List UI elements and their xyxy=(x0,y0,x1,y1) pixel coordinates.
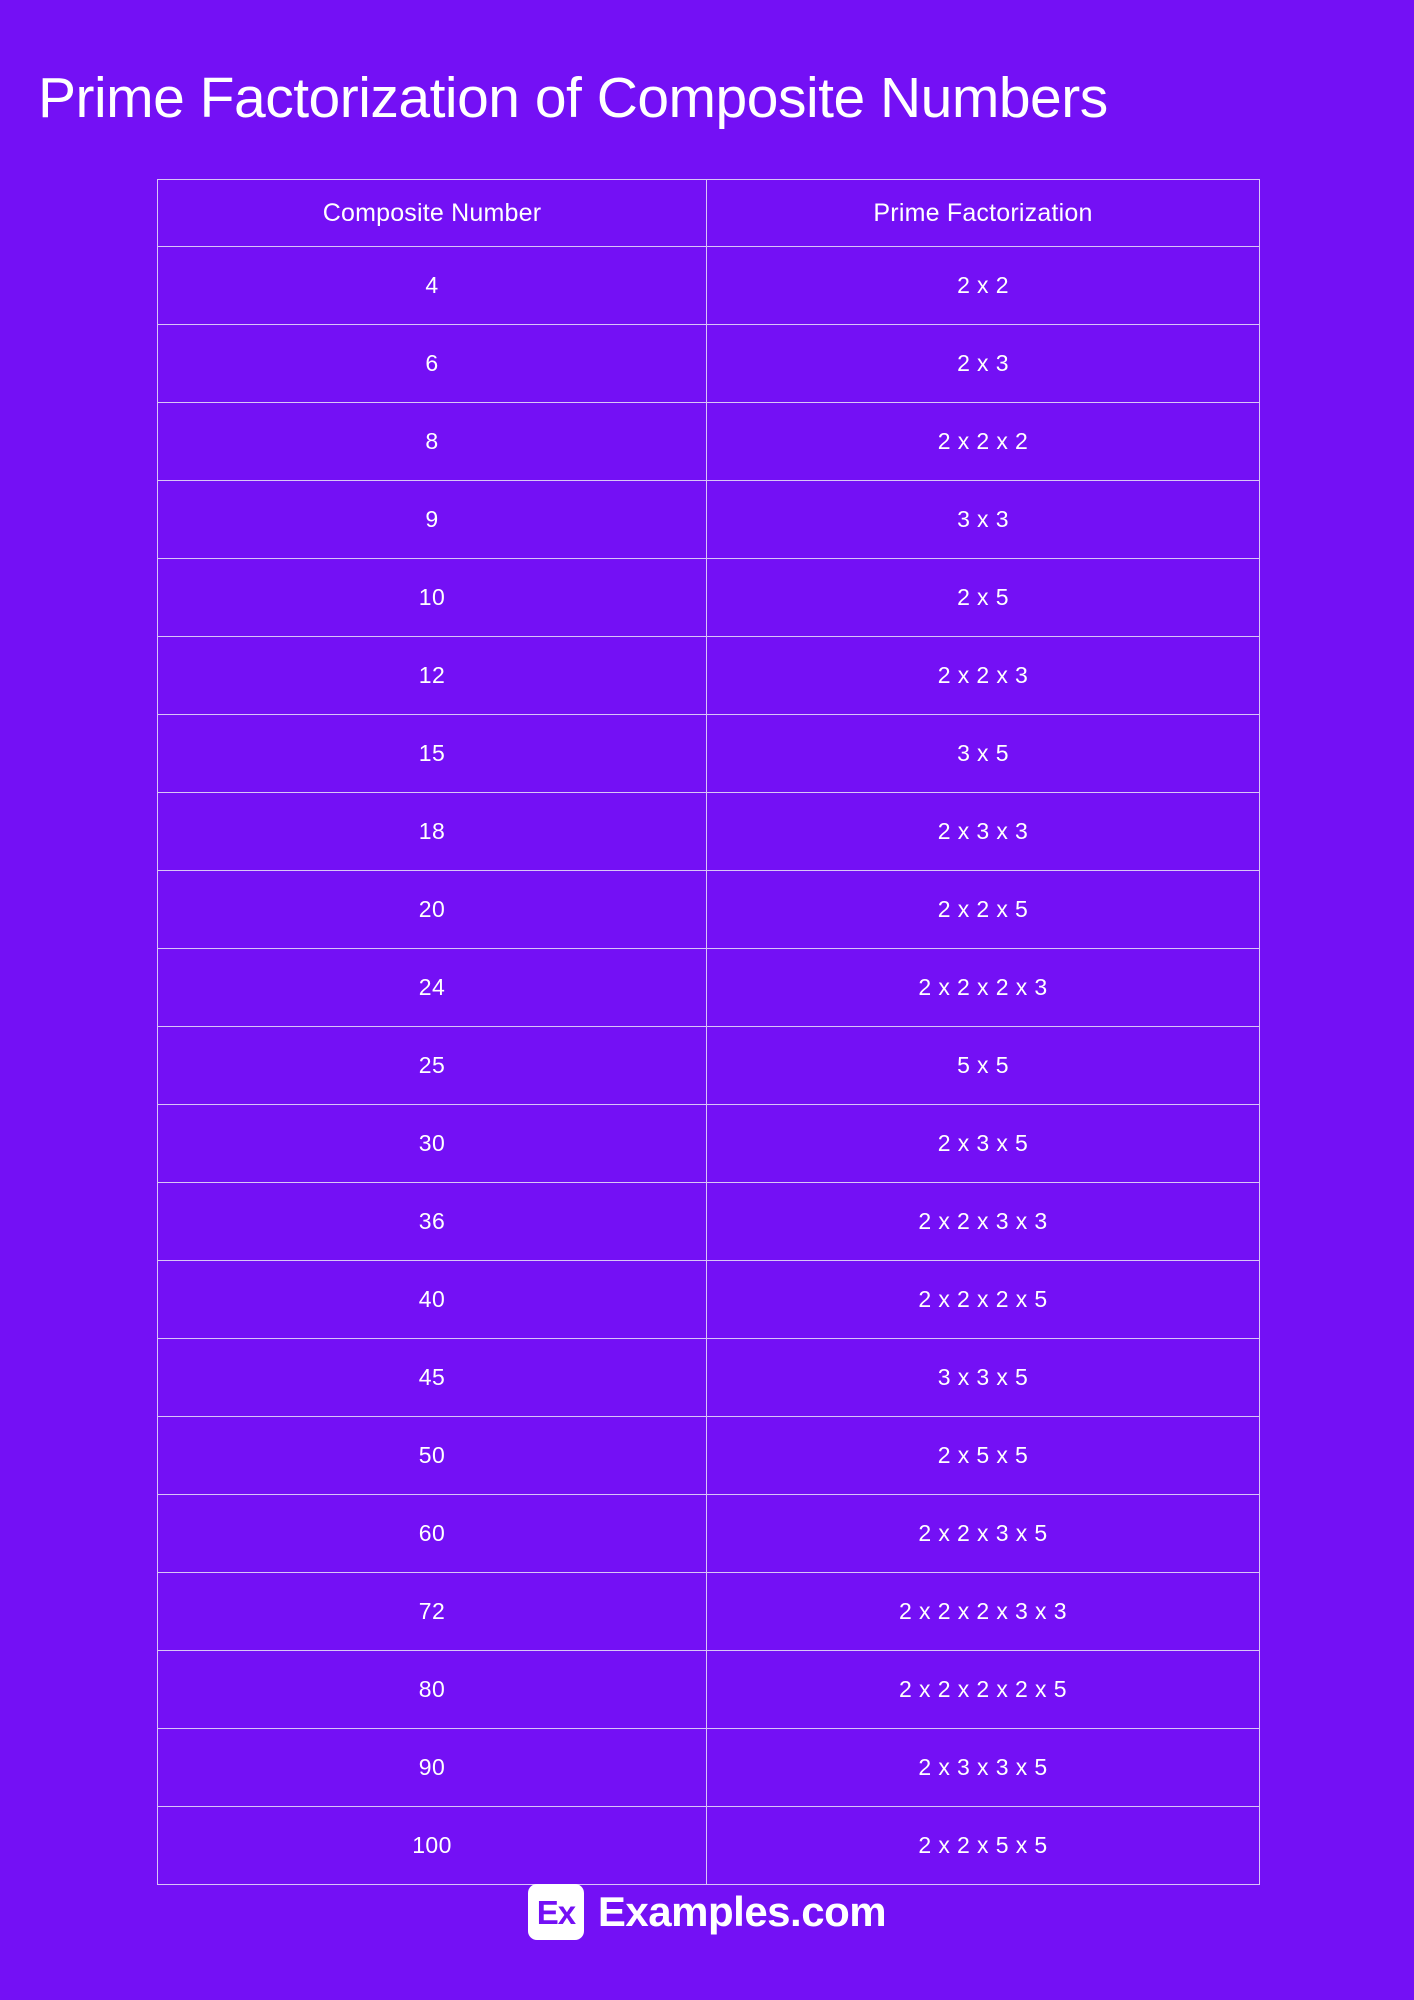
table-row: 100 2 x 2 x 5 x 5 xyxy=(157,1806,1260,1885)
cell-composite-number: 50 xyxy=(157,1416,707,1495)
cell-prime-factorization: 2 x 2 x 5 x 5 xyxy=(706,1806,1260,1885)
table-body: 42 x 262 x 382 x 2 x 293 x 3 10 2 x 5 12 2 x… xyxy=(157,246,1260,1885)
table-row: 12 2 x 2 x 3 xyxy=(157,636,1260,715)
table-row: 36 2 x 2 x 3 x 3 xyxy=(157,1182,1260,1261)
table-row: 90 2 x 3 x 3 x 5 xyxy=(157,1728,1260,1807)
cell-prime-factorization: 2 x 5 xyxy=(706,558,1260,637)
table-row: 72 2 x 2 x 2 x 3 x 3 xyxy=(157,1572,1260,1651)
cell-composite-number: 20 xyxy=(157,870,707,949)
cell-composite-number: 90 xyxy=(157,1728,707,1807)
cell-composite-number: 25 xyxy=(157,1026,707,1105)
cell-composite-number: 100 xyxy=(157,1806,707,1885)
cell-prime-factorization: 2 x 2 xyxy=(706,246,1260,325)
cell-composite-number: 24 xyxy=(157,948,707,1027)
cell-prime-factorization: 2 x 2 x 2 xyxy=(706,402,1260,481)
cell-prime-factorization: 2 x 2 x 3 xyxy=(706,636,1260,715)
cell-prime-factorization: 2 x 2 x 3 x 3 xyxy=(706,1182,1260,1261)
cell-prime-factorization: 3 x 3 x 5 xyxy=(706,1338,1260,1417)
cell-prime-factorization: 2 x 2 x 2 x 5 xyxy=(706,1260,1260,1339)
cell-prime-factorization: 2 x 2 x 5 xyxy=(706,870,1260,949)
cell-prime-factorization: 2 x 2 x 2 x 3 x 3 xyxy=(706,1572,1260,1651)
table-row: 40 2 x 2 x 2 x 5 xyxy=(157,1260,1260,1339)
table-row: 80 2 x 2 x 2 x 2 x 5 xyxy=(157,1650,1260,1729)
examples-logo-text: Examples.com xyxy=(597,1888,887,1935)
column-header-composite-number: Composite Number xyxy=(157,179,707,247)
table-row: 60 2 x 2 x 3 x 5 xyxy=(157,1494,1260,1573)
cell-prime-factorization: 2 x 3 x 3 x 5 xyxy=(706,1728,1260,1807)
prime-factorization-table-wrapper: Composite Number Prime Factorization 42 … xyxy=(157,179,1260,1885)
cell-composite-number: 80 xyxy=(157,1650,707,1729)
table-header-row: Composite Number Prime Factorization xyxy=(157,179,1260,247)
prime-factorization-table: Composite Number Prime Factorization 42 … xyxy=(157,179,1260,1885)
page-title: Prime Factorization of Composite Numbers xyxy=(38,66,1108,131)
cell-prime-factorization: 2 x 2 x 2 x 2 x 5 xyxy=(706,1650,1260,1729)
cell-prime-factorization: 2 x 3 x 5 xyxy=(706,1104,1260,1183)
table-row: 30 2 x 3 x 5 xyxy=(157,1104,1260,1183)
cell-composite-number: 45 xyxy=(157,1338,707,1417)
cell-composite-number: 36 xyxy=(157,1182,707,1261)
cell-composite-number: 4 xyxy=(157,246,707,325)
cell-prime-factorization: 2 x 2 x 3 x 5 xyxy=(706,1494,1260,1573)
cell-composite-number: 15 xyxy=(157,714,707,793)
table-row: 24 2 x 2 x 2 x 3 xyxy=(157,948,1260,1027)
examples-logo-icon: Ex xyxy=(527,1884,584,1940)
table-row: 25 5 x 5 xyxy=(157,1026,1260,1105)
cell-composite-number: 9 xyxy=(157,480,707,559)
page-root: Prime Factorization of Composite Numbers… xyxy=(0,0,1414,2000)
cell-prime-factorization: 3 x 3 xyxy=(706,480,1260,559)
cell-composite-number: 30 xyxy=(157,1104,707,1183)
table-row: 62 x 3 xyxy=(157,324,1260,403)
footer-branding: Ex Examples.com xyxy=(0,1884,1414,1940)
table-row: 45 3 x 3 x 5 xyxy=(157,1338,1260,1417)
table-row: 15 3 x 5 xyxy=(157,714,1260,793)
column-header-prime-factorization: Prime Factorization xyxy=(706,179,1260,247)
table-row: 20 2 x 2 x 5 xyxy=(157,870,1260,949)
cell-composite-number: 12 xyxy=(157,636,707,715)
cell-composite-number: 6 xyxy=(157,324,707,403)
cell-composite-number: 60 xyxy=(157,1494,707,1573)
cell-prime-factorization: 2 x 5 x 5 xyxy=(706,1416,1260,1495)
table-row: 10 2 x 5 xyxy=(157,558,1260,637)
cell-composite-number: 18 xyxy=(157,792,707,871)
cell-composite-number: 10 xyxy=(157,558,707,637)
cell-prime-factorization: 5 x 5 xyxy=(706,1026,1260,1105)
table-row: 50 2 x 5 x 5 xyxy=(157,1416,1260,1495)
table-row: 93 x 3 xyxy=(157,480,1260,559)
table-row: 18 2 x 3 x 3 xyxy=(157,792,1260,871)
table-row: 42 x 2 xyxy=(157,246,1260,325)
cell-composite-number: 40 xyxy=(157,1260,707,1339)
cell-prime-factorization: 2 x 2 x 2 x 3 xyxy=(706,948,1260,1027)
cell-prime-factorization: 2 x 3 x 3 xyxy=(706,792,1260,871)
cell-prime-factorization: 2 x 3 xyxy=(706,324,1260,403)
cell-prime-factorization: 3 x 5 xyxy=(706,714,1260,793)
table-header: Composite Number Prime Factorization xyxy=(157,179,1260,247)
cell-composite-number: 72 xyxy=(157,1572,707,1651)
logo-mark-label: Ex xyxy=(536,1893,576,1931)
table-row: 82 x 2 x 2 xyxy=(157,402,1260,481)
cell-composite-number: 8 xyxy=(157,402,707,481)
